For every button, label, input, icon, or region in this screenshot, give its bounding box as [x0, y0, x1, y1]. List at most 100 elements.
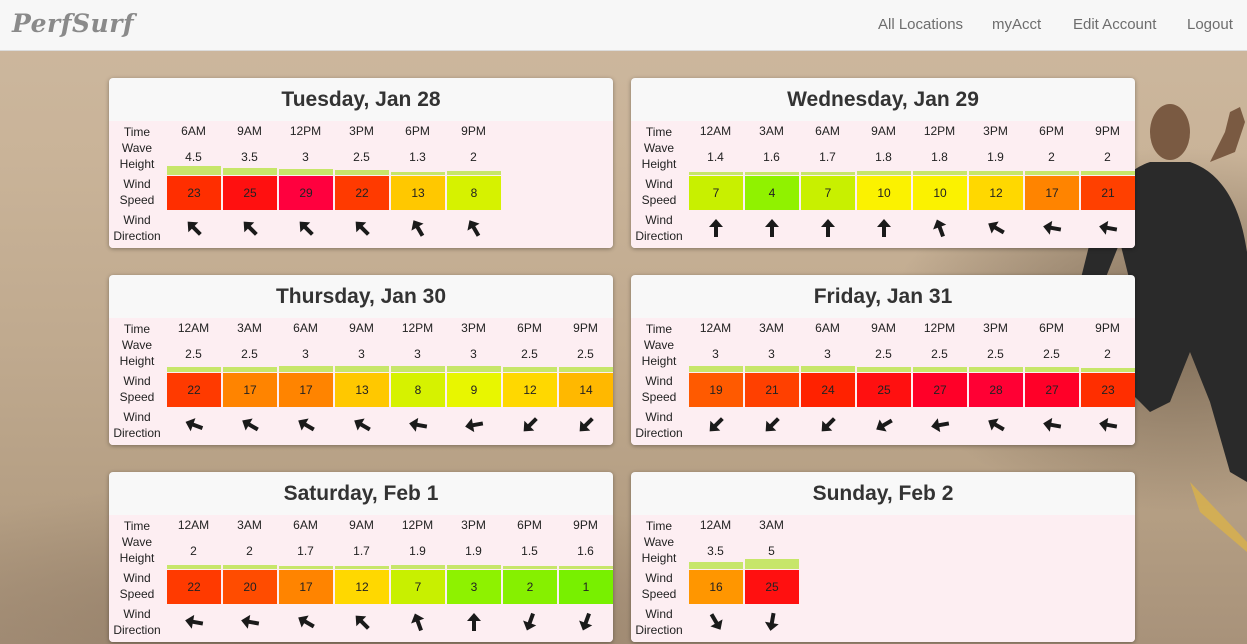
- wind-speed-cell: 21: [745, 373, 799, 407]
- wind-direction-arrow-icon: [354, 418, 371, 432]
- wave-height-cell: 2: [1104, 150, 1111, 164]
- wave-height-bar: [745, 172, 799, 175]
- wave-label-1: Wave: [643, 535, 675, 549]
- wind-speed-label-2: Speed: [119, 587, 155, 601]
- wave-label-2: Height: [641, 354, 677, 368]
- wind-direction-arrow-icon: [355, 221, 370, 236]
- wind-speed-cell: 27: [1025, 373, 1079, 407]
- wind-speed-cell: 22: [335, 176, 389, 210]
- time-cell: 3PM: [461, 518, 486, 532]
- wind-speed-cell: 14: [559, 373, 613, 407]
- wind-speed-cell: 3: [447, 570, 501, 604]
- nav-logout[interactable]: Logout: [1187, 16, 1233, 33]
- wave-height-bar: [745, 366, 799, 372]
- wind-speed-cell: 4: [745, 176, 799, 210]
- wind-speed-label-2: Speed: [641, 193, 677, 207]
- wave-height-bar: [391, 366, 445, 372]
- forecast-card-day-2: Wednesday, Jan 29 Time Wave Height Wind Speed…: [631, 78, 1135, 248]
- wave-height-cell: 3: [712, 347, 719, 361]
- wave-height-bar: [335, 170, 389, 175]
- wave-height-cell: 2.5: [241, 347, 258, 361]
- wind-direction-arrow-icon: [579, 417, 594, 432]
- time-cell: 12AM: [699, 321, 732, 335]
- day-title: Wednesday, Jan 29: [787, 88, 979, 111]
- wave-height-bar: [503, 367, 557, 372]
- wind-speed-cell: 8: [447, 176, 501, 210]
- wave-height-bar: [559, 367, 613, 372]
- wind-direction-arrow-icon: [821, 219, 835, 237]
- wave-height-bar: [503, 566, 557, 569]
- wind-speed-cell: 7: [801, 176, 855, 210]
- wave-height-bar: [857, 171, 911, 175]
- wind-direction-arrow-icon: [298, 615, 315, 629]
- time-label: Time: [645, 519, 673, 533]
- wave-height-cell: 3: [768, 347, 775, 361]
- wind-direction-arrow-icon: [298, 418, 315, 432]
- wave-height-bar: [279, 366, 333, 372]
- wind-speed-cell: 24: [801, 373, 855, 407]
- time-cell: 9PM: [573, 518, 598, 532]
- wind-speed-cell: 16: [689, 570, 743, 604]
- wave-height-cell: 2.5: [185, 347, 202, 361]
- wave-height-bar: [167, 565, 221, 569]
- forecast-grid: Time Wave Height Wind Speed Wind Direction 12AM…: [631, 121, 1135, 248]
- wave-height-cell: 1.7: [819, 150, 836, 164]
- wind-speed-cell: 1: [559, 570, 613, 604]
- time-cell: 6AM: [293, 518, 318, 532]
- time-cell: 3AM: [759, 321, 784, 335]
- wave-height-cell: 2.5: [353, 150, 370, 164]
- time-cell: 6PM: [517, 518, 542, 532]
- wind-direction-arrow-icon: [709, 613, 723, 630]
- day-title: Tuesday, Jan 28: [281, 88, 441, 111]
- wind-direction-arrow-icon: [241, 614, 260, 629]
- wave-height-bar: [857, 367, 911, 372]
- wave-height-cell: 3: [414, 347, 421, 361]
- time-cell: 3AM: [237, 518, 262, 532]
- brand-logo[interactable]: PerfSurf: [12, 9, 134, 38]
- wind-direction-arrow-icon: [299, 221, 314, 236]
- wind-speed-cell: 12: [503, 373, 557, 407]
- wind-speed-cell: 17: [223, 373, 277, 407]
- time-cell: 3PM: [983, 124, 1008, 138]
- wave-label-1: Wave: [121, 141, 153, 155]
- wave-height-cell: 1.8: [931, 150, 948, 164]
- wind-direction-label-2: Direction: [113, 623, 161, 637]
- wind-speed-cell: 10: [913, 176, 967, 210]
- wave-height-cell: 2.5: [931, 347, 948, 361]
- wind-speed-cell: 9: [447, 373, 501, 407]
- time-cell: 9PM: [461, 124, 486, 138]
- wave-label-2: Height: [119, 157, 155, 171]
- wind-speed-cell: 10: [857, 176, 911, 210]
- wind-speed-cell: 25: [857, 373, 911, 407]
- wind-direction-arrow-icon: [877, 219, 891, 237]
- time-cell: 3PM: [461, 321, 486, 335]
- time-cell: 9PM: [1095, 124, 1120, 138]
- wave-height-bar: [689, 172, 743, 175]
- wind-speed-label-2: Speed: [119, 193, 155, 207]
- wave-height-cell: 2.5: [987, 347, 1004, 361]
- wave-height-bar: [279, 169, 333, 175]
- time-cell: 3AM: [759, 518, 784, 532]
- wave-height-cell: 2: [1104, 347, 1111, 361]
- nav-my-account[interactable]: myAcct: [992, 16, 1041, 33]
- wind-direction-arrow-icon: [1043, 220, 1062, 235]
- wind-direction-label-2: Direction: [113, 229, 161, 243]
- wave-height-bar: [913, 171, 967, 175]
- wave-label-2: Height: [119, 551, 155, 565]
- wave-label-2: Height: [641, 551, 677, 565]
- wind-speed-cell: 25: [223, 176, 277, 210]
- time-cell: 9AM: [871, 124, 896, 138]
- nav-edit-account[interactable]: Edit Account: [1073, 16, 1156, 33]
- wind-direction-label-1: Wind: [645, 607, 673, 621]
- wind-direction-arrow-icon: [988, 418, 1005, 432]
- nav-all-locations[interactable]: All Locations: [878, 16, 963, 33]
- wave-height-cell: 3: [470, 347, 477, 361]
- wind-direction-arrow-icon: [187, 221, 202, 236]
- wave-height-bar: [279, 566, 333, 569]
- wind-direction-arrow-icon: [523, 417, 538, 432]
- wave-height-cell: 1.4: [707, 150, 724, 164]
- forecast-card-day-5: Saturday, Feb 1 Time Wave Height Wind Speed Wi…: [109, 472, 613, 642]
- wind-speed-cell: 7: [689, 176, 743, 210]
- wave-height-bar: [969, 367, 1023, 372]
- time-label: Time: [645, 322, 673, 336]
